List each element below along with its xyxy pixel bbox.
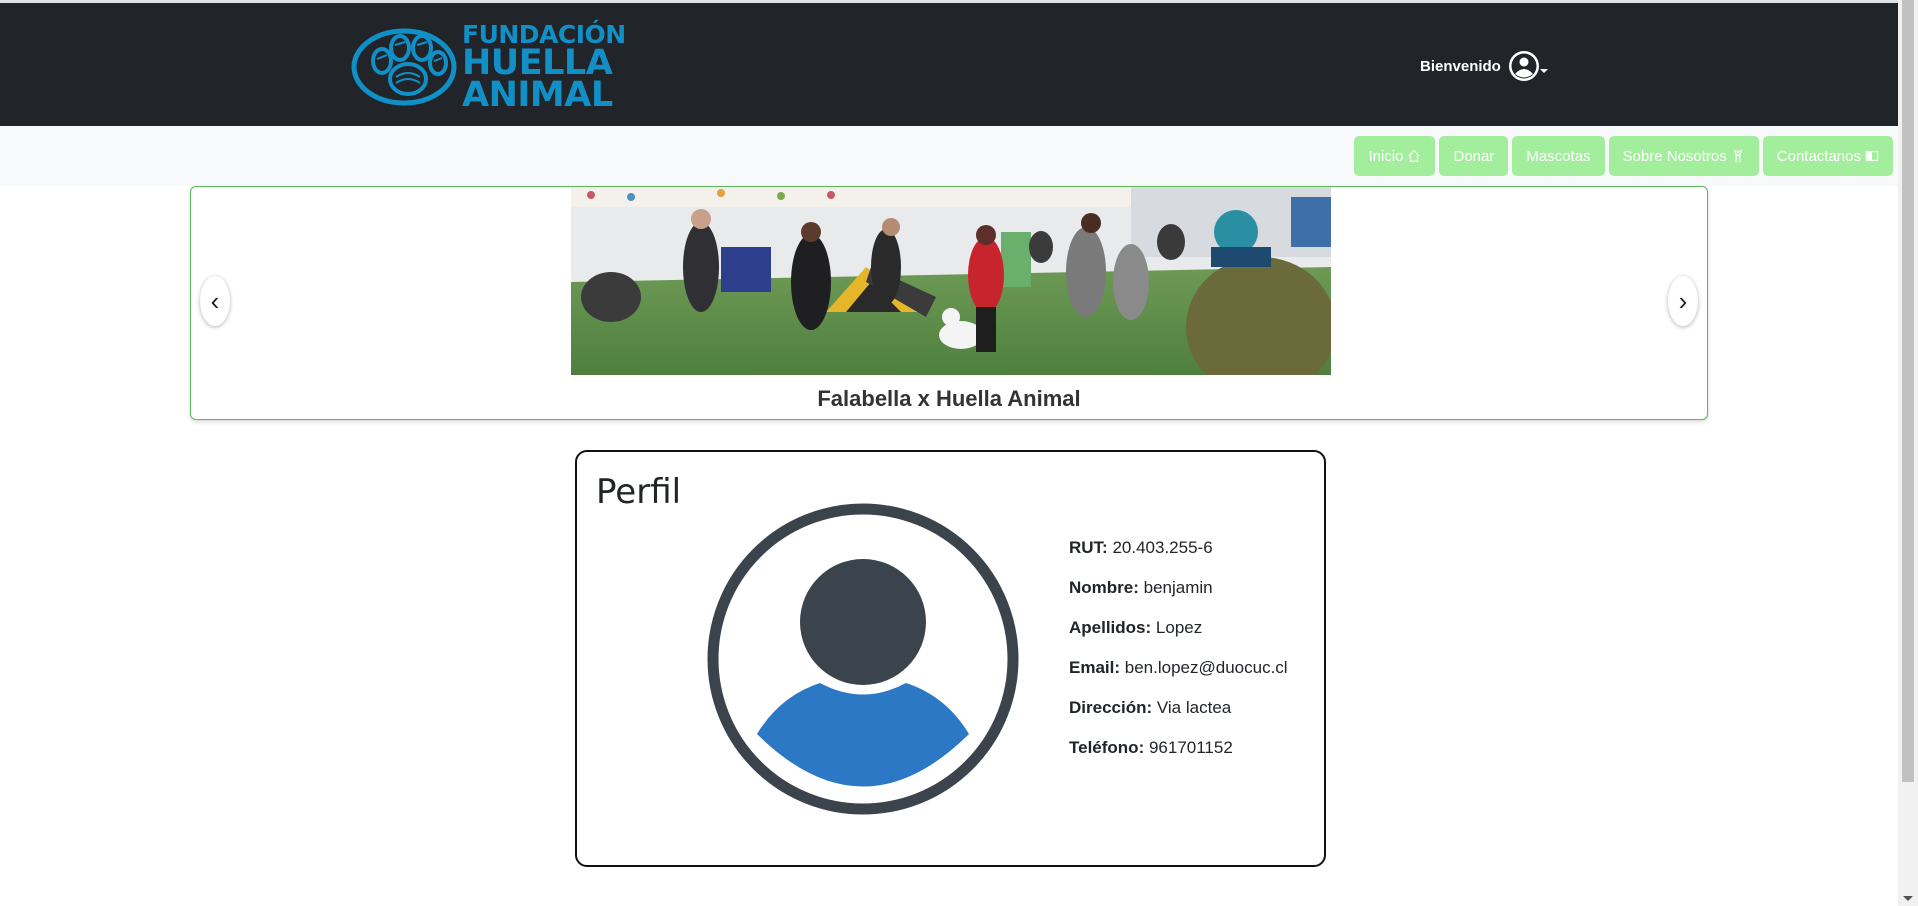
profile-fields: RUT: 20.403.255-6 Nombre: benjamin Apell… — [1069, 538, 1288, 778]
nav-sobre-nosotros-label: Sobre Nosotros — [1622, 147, 1727, 165]
user-menu[interactable]: Bienvenido — [1420, 49, 1548, 83]
field-value: 961701152 — [1148, 738, 1233, 757]
profile-field-direccion: Dirección: Via lactea — [1069, 698, 1288, 718]
field-value: Lopez — [1155, 618, 1203, 637]
profile-card: Perfil RUT: 20.403.255-6 Nombre: benjami… — [575, 450, 1326, 867]
house-icon — [1408, 149, 1421, 162]
field-label: Email: — [1069, 658, 1121, 677]
scrollbar-thumb[interactable] — [1902, 0, 1914, 782]
nav-mascotas-label: Mascotas — [1526, 147, 1591, 165]
nav-contactanos-label: Contactanos — [1776, 147, 1861, 165]
profile-field-email: Email: ben.lopez@duocuc.cl — [1069, 658, 1288, 678]
event-photo-illustration — [571, 187, 1331, 375]
page-scrollbar[interactable] — [1898, 0, 1918, 906]
field-label: Nombre: — [1069, 578, 1139, 597]
main-nav: Inicio Donar Mascotas Sobre Nosotros Con… — [0, 126, 1898, 186]
field-label: Apellidos: — [1069, 618, 1152, 637]
field-label: Dirección: — [1069, 698, 1153, 717]
field-value: Via lactea — [1156, 698, 1232, 717]
carousel-prev-button[interactable]: ‹ — [200, 276, 230, 326]
user-circle-icon[interactable] — [1508, 50, 1540, 82]
nav-sobre-nosotros-button[interactable]: Sobre Nosotros — [1608, 136, 1759, 176]
profile-field-apellidos: Apellidos: Lopez — [1069, 618, 1288, 638]
person-arms-up-icon — [1733, 149, 1742, 163]
news-carousel: Falabella x Huella Animal ‹ › — [190, 186, 1708, 420]
chevron-right-icon: › — [1678, 285, 1688, 316]
field-value: benjamin — [1143, 578, 1213, 597]
field-value: ben.lopez@duocuc.cl — [1124, 658, 1288, 677]
greeting-text: Bienvenido — [1420, 57, 1501, 75]
site-header: FUNDACIÓN HUELLA ANIMAL Bienvenido — [0, 3, 1898, 126]
page: FUNDACIÓN HUELLA ANIMAL Bienvenido Inici… — [0, 0, 1898, 906]
profile-title: Perfil — [596, 472, 682, 512]
nav-donar-button[interactable]: Donar — [1439, 136, 1509, 176]
nav-contactanos-button[interactable]: Contactanos — [1762, 136, 1893, 176]
nav-inicio-label: Inicio — [1368, 147, 1404, 165]
logo-line-3: ANIMAL — [462, 75, 613, 115]
carousel-slide-image — [571, 187, 1331, 375]
profile-avatar-icon — [707, 503, 1019, 815]
paw-print-icon — [351, 28, 457, 106]
logo[interactable]: FUNDACIÓN HUELLA ANIMAL — [350, 21, 626, 113]
field-label: RUT: — [1069, 538, 1108, 557]
profile-field-telefono: Teléfono: 961701152 — [1069, 738, 1288, 758]
chevron-left-icon: ‹ — [210, 285, 220, 316]
profile-field-nombre: Nombre: benjamin — [1069, 578, 1288, 598]
nav-mascotas-button[interactable]: Mascotas — [1512, 136, 1605, 176]
book-icon — [1865, 151, 1879, 161]
logo-text: FUNDACIÓN HUELLA ANIMAL — [462, 22, 626, 113]
nav-buttons: Inicio Donar Mascotas Sobre Nosotros Con… — [1354, 136, 1893, 176]
nav-inicio-button[interactable]: Inicio — [1354, 136, 1436, 176]
nav-donar-label: Donar — [1453, 147, 1495, 165]
carousel-next-button[interactable]: › — [1668, 276, 1698, 326]
scroll-down-arrow-icon[interactable] — [1903, 896, 1913, 901]
chevron-down-icon[interactable] — [1539, 69, 1548, 73]
field-value: 20.403.255-6 — [1112, 538, 1213, 557]
profile-field-rut: RUT: 20.403.255-6 — [1069, 538, 1288, 558]
carousel-caption: Falabella x Huella Animal — [817, 386, 1081, 411]
field-label: Teléfono: — [1069, 738, 1145, 757]
